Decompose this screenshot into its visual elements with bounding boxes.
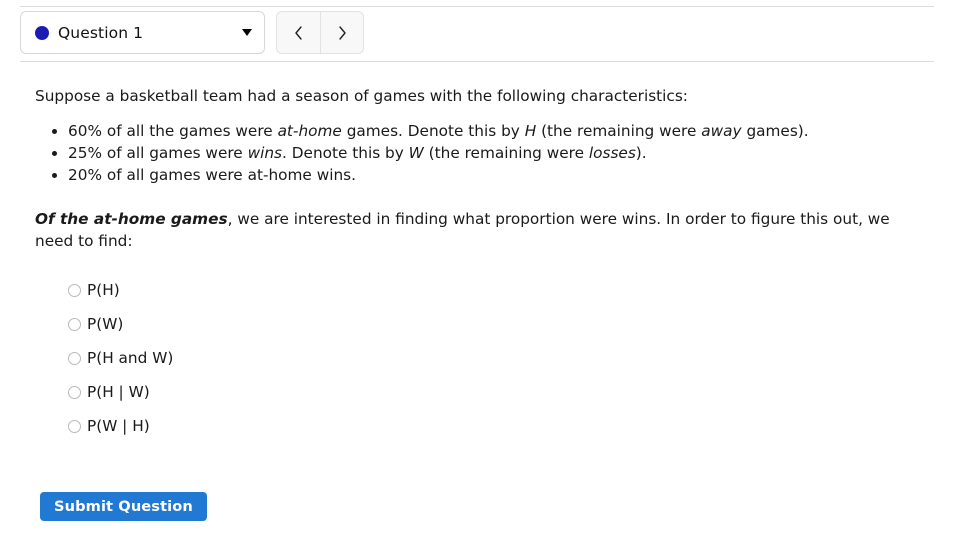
fact-text-fragment: 60% of all the games were — [68, 121, 278, 140]
question-navigation-bar: Question 1 — [20, 11, 364, 54]
header-divider — [20, 61, 934, 62]
answer-option-label: P(H) — [87, 281, 120, 300]
radio-button-icon[interactable] — [68, 419, 81, 433]
fact-text-fragment: games). — [741, 121, 809, 140]
radio-button-icon[interactable] — [68, 283, 81, 297]
answer-option-label: P(H | W) — [87, 383, 150, 402]
question-selector-label: Question 1 — [58, 23, 144, 42]
question-prompt-lead: Of the at-home games — [35, 209, 228, 228]
question-fact-item: 60% of all the games were at-home games.… — [68, 121, 925, 143]
chevron-down-icon — [242, 29, 252, 36]
fact-text-fragment: W — [408, 143, 424, 162]
answer-option[interactable]: P(W) — [68, 313, 123, 335]
answer-option[interactable]: P(H | W) — [68, 381, 150, 403]
answer-options-group: P(H) P(W) P(H and W) P(H | W) P(W | H) — [35, 279, 925, 437]
previous-question-button[interactable] — [276, 11, 320, 54]
answer-option[interactable]: P(H and W) — [68, 347, 173, 369]
fact-text-fragment: at-home — [277, 121, 342, 140]
fact-text-fragment: H — [524, 121, 537, 140]
fact-text-fragment: (the remaining were — [423, 143, 589, 162]
question-prompt-text: Of the at-home games, we are interested … — [35, 209, 915, 252]
question-content: Suppose a basketball team had a season o… — [35, 86, 925, 449]
question-fact-item: 20% of all games were at-home wins. — [68, 165, 925, 187]
answer-option[interactable]: P(W | H) — [68, 415, 150, 437]
question-status-dot-icon — [35, 25, 49, 40]
fact-text-fragment: losses — [588, 143, 636, 162]
next-question-button[interactable] — [320, 11, 364, 54]
radio-button-icon[interactable] — [68, 317, 81, 331]
fact-text-fragment: 25% of all games were — [68, 143, 248, 162]
fact-text-fragment: away — [701, 121, 742, 140]
question-intro-text: Suppose a basketball team had a season o… — [35, 87, 688, 105]
fact-text-fragment: games. Denote this by — [341, 121, 525, 140]
submit-question-button[interactable]: Submit Question — [40, 492, 207, 521]
radio-button-icon[interactable] — [68, 351, 81, 365]
answer-option-label: P(H and W) — [87, 349, 174, 368]
question-facts-list: 60% of all the games were at-home games.… — [35, 121, 925, 187]
fact-text-fragment: . Denote this by — [282, 143, 409, 162]
answer-option[interactable]: P(H) — [68, 279, 120, 301]
answer-option-label: P(W) — [87, 315, 124, 334]
question-fact-item: 25% of all games were wins. Denote this … — [68, 143, 925, 165]
question-selector-dropdown[interactable]: Question 1 — [20, 11, 265, 54]
fact-text-fragment: ). — [635, 143, 647, 162]
radio-button-icon[interactable] — [68, 385, 81, 399]
answer-option-label: P(W | H) — [87, 417, 150, 436]
top-divider — [20, 6, 934, 7]
question-pager — [276, 11, 364, 54]
fact-text-fragment: 20% of all games were at-home wins. — [68, 166, 356, 185]
fact-text-fragment: (the remaining were — [536, 121, 702, 140]
fact-text-fragment: wins — [247, 143, 283, 162]
